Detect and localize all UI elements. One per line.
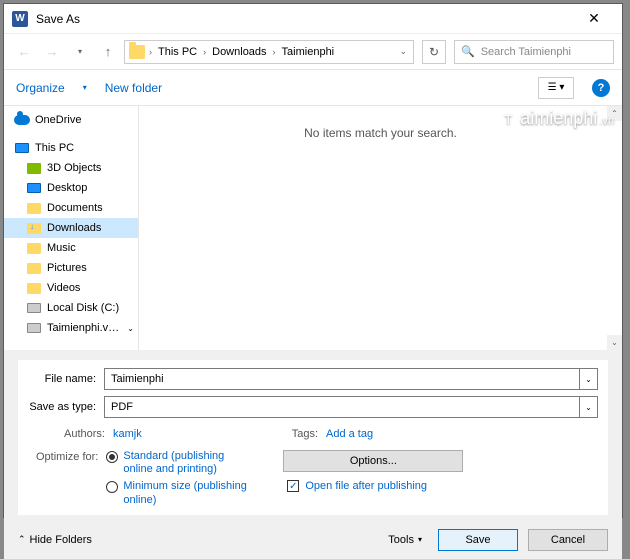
chevron-down-icon: ⌄ [127, 324, 134, 333]
tree-item-pictures[interactable]: Pictures [4, 258, 138, 278]
savetype-label: Save as type: [28, 401, 104, 413]
view-options-button[interactable]: ☰ ▾ [538, 77, 574, 99]
authors-label: Authors: [64, 428, 105, 440]
titlebar: W Save As ✕ [4, 4, 622, 34]
radio-standard[interactable]: Standard (publishing online and printing… [106, 450, 253, 476]
cancel-button[interactable]: Cancel [528, 529, 608, 551]
refresh-button[interactable]: ↻ [422, 40, 446, 64]
filename-dropdown[interactable]: ⌄ [580, 368, 598, 390]
nav-tree: ⌃ OneDrive This PC 3D Objects Desktop Do… [4, 106, 139, 350]
form-area: File name: ⌄ Save as type: PDF ⌄ Authors… [18, 360, 608, 515]
options-button[interactable]: Options... [283, 450, 463, 472]
nav-toolbar: ← → ▾ ↑ › This PC › Downloads › Taimienp… [4, 34, 622, 70]
chevron-right-icon: › [271, 47, 278, 57]
radio-icon [106, 451, 118, 463]
folder-icon [27, 283, 41, 294]
radio-minimum[interactable]: Minimum size (publishing online) [106, 480, 253, 506]
pc-icon [15, 143, 29, 153]
open-after-checkbox[interactable]: ✓ Open file after publishing [287, 480, 427, 492]
cloud-icon [14, 115, 30, 125]
folder-icon [129, 45, 145, 59]
back-button[interactable]: ← [12, 40, 36, 64]
save-as-dialog: W Save As ✕ ← → ▾ ↑ › This PC › Download… [3, 3, 623, 518]
main-area: ⌃ OneDrive This PC 3D Objects Desktop Do… [4, 106, 622, 350]
tree-item-thispc[interactable]: This PC [4, 138, 138, 158]
address-bar[interactable]: › This PC › Downloads › Taimienphi ⌄ [124, 40, 414, 64]
empty-message: No items match your search. [304, 126, 457, 140]
file-list-area[interactable]: No items match your search. [139, 106, 622, 350]
search-input[interactable]: 🔍 Search Taimienphi [454, 40, 614, 64]
tree-item-videos[interactable]: Videos [4, 278, 138, 298]
tags-label: Tags: [292, 428, 318, 440]
chevron-right-icon: › [201, 47, 208, 57]
word-icon: W [12, 11, 28, 27]
checkbox-icon: ✓ [287, 480, 299, 492]
disk-icon [27, 323, 41, 333]
up-button[interactable]: ↑ [96, 40, 120, 64]
bottom-panel: File name: ⌄ Save as type: PDF ⌄ Authors… [4, 350, 622, 559]
organize-menu[interactable]: Organize [16, 81, 65, 95]
command-toolbar: Organize ▾ New folder ☰ ▾ ? [4, 70, 622, 106]
recent-dropdown[interactable]: ▾ [68, 40, 92, 64]
filename-label: File name: [28, 373, 104, 385]
dropdown-icon[interactable]: ⌄ [397, 46, 409, 57]
save-button[interactable]: Save [438, 529, 518, 551]
help-button[interactable]: ? [592, 79, 610, 97]
hide-folders-button[interactable]: ⌃ Hide Folders [18, 534, 92, 546]
authors-value[interactable]: kamjk [113, 428, 142, 440]
savetype-select[interactable]: PDF [104, 396, 580, 418]
path-segment[interactable]: Downloads [210, 46, 268, 58]
chevron-right-icon: › [147, 47, 154, 57]
tools-menu[interactable]: Tools ▾ [382, 534, 428, 546]
tree-item-desktop[interactable]: Desktop [4, 178, 138, 198]
folder-icon [27, 163, 41, 174]
forward-button[interactable]: → [40, 40, 64, 64]
tree-item-documents[interactable]: Documents [4, 198, 138, 218]
downloads-icon [27, 223, 41, 234]
search-icon: 🔍 [461, 45, 475, 58]
folder-icon [27, 263, 41, 274]
desktop-icon [27, 183, 41, 193]
tree-item-downloads[interactable]: Downloads [4, 218, 138, 238]
radio-icon [106, 481, 118, 493]
path-segment[interactable]: This PC [156, 46, 199, 58]
dropdown-icon: ▾ [83, 83, 87, 92]
folder-icon [27, 243, 41, 254]
footer: ⌃ Hide Folders Tools ▾ Save Cancel [18, 523, 608, 551]
close-button[interactable]: ✕ [574, 4, 614, 34]
search-placeholder: Search Taimienphi [481, 46, 571, 58]
path-segment[interactable]: Taimienphi [280, 46, 337, 58]
tree-item-onedrive[interactable]: OneDrive [4, 110, 138, 130]
tree-item-local-disk-c[interactable]: Local Disk (C:) [4, 298, 138, 318]
new-folder-button[interactable]: New folder [105, 81, 162, 95]
window-title: Save As [36, 12, 80, 26]
tree-item-music[interactable]: Music [4, 238, 138, 258]
tags-value[interactable]: Add a tag [326, 428, 373, 440]
savetype-dropdown[interactable]: ⌄ [580, 396, 598, 418]
disk-icon [27, 303, 41, 313]
filename-input[interactable] [104, 368, 580, 390]
optimize-label: Optimize for: [36, 450, 98, 507]
dropdown-icon: ▾ [418, 535, 422, 544]
tree-item-disk-d[interactable]: Taimienphi.vn (D ⌄ [4, 318, 138, 338]
tree-item-3d-objects[interactable]: 3D Objects [4, 158, 138, 178]
folder-icon [27, 203, 41, 214]
chevron-up-icon: ⌃ [18, 534, 26, 545]
